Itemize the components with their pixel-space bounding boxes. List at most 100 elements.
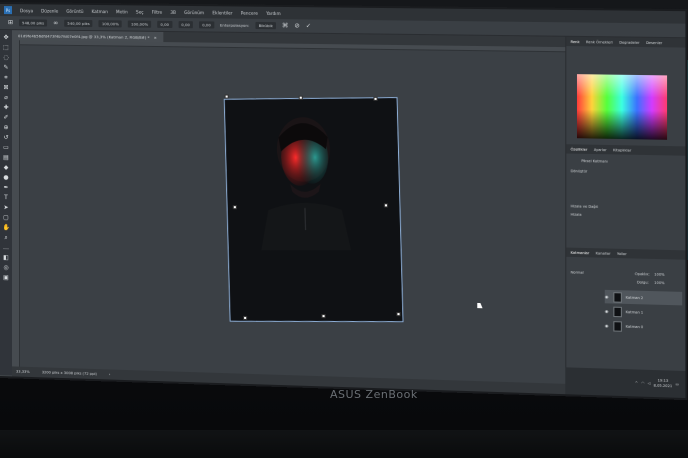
menu-item-duzenle[interactable]: Düzenle	[41, 8, 58, 13]
path-select-icon[interactable]: ➤	[2, 204, 9, 211]
transform-handle-tl[interactable]	[224, 94, 229, 99]
blend-mode-select[interactable]: Normal	[571, 270, 584, 274]
align-subtitle: Hizala	[570, 212, 582, 217]
opacity-value[interactable]: 100%	[654, 272, 664, 276]
tab-renk[interactable]: Renk	[571, 39, 580, 43]
eyedropper-tool-icon[interactable]: ⌀	[2, 94, 9, 101]
healing-brush-icon[interactable]: ✚	[2, 104, 9, 111]
dodge-tool-icon[interactable]: ●	[2, 174, 9, 181]
move-tool-icon[interactable]: ✥	[2, 34, 9, 41]
menu-item-filtre[interactable]: Filtre	[152, 9, 162, 14]
tab-degradeler[interactable]: Degradeler	[619, 40, 639, 44]
menu-item-pencere[interactable]: Pencere	[241, 10, 258, 15]
transform-handle-tr[interactable]	[373, 96, 378, 101]
eraser-tool-icon[interactable]: ▭	[2, 144, 9, 151]
layer-row[interactable]: ◉ Katman 0	[605, 319, 682, 335]
frame-tool-icon[interactable]: ⊠	[2, 84, 9, 91]
portrait-image	[224, 98, 403, 322]
quick-select-tool-icon[interactable]: ✎	[2, 64, 9, 71]
layer-row[interactable]: ◉ Katman 2	[604, 289, 683, 306]
fill-label: Dolgu:	[636, 280, 649, 285]
zoom-level[interactable]: 33,33%	[16, 370, 30, 374]
tab-kanallar[interactable]: Kanallar	[596, 251, 611, 255]
blur-tool-icon[interactable]: ◆	[2, 164, 9, 171]
status-arrow-icon[interactable]: ›	[109, 372, 110, 376]
fill-value[interactable]: 100%	[654, 281, 664, 285]
transform-handle-bc[interactable]	[321, 314, 326, 319]
layer-row[interactable]: ◉ Katman 1	[605, 304, 682, 320]
scale-width-field[interactable]: 100,00%	[98, 20, 122, 28]
menu-item-eklentiler[interactable]: Eklentiler	[212, 10, 232, 15]
menu-item-dosya[interactable]: Dosya	[20, 8, 33, 13]
zoom-tool-icon[interactable]: ⌕	[2, 234, 9, 241]
close-tab-icon[interactable]: ×	[154, 34, 157, 39]
laptop-brand-logo: ASUS ZenBook	[330, 388, 418, 401]
layer-name: Katman 0	[625, 324, 644, 329]
system-tray: ^ ◠ ◁ 19:13 8.05.2021 ▭	[565, 367, 686, 399]
tab-kitapliklar[interactable]: Kitaplıklar	[613, 148, 631, 152]
menu-item-yardim[interactable]: Yardım	[266, 10, 281, 15]
width-field[interactable]: 548,00 piks	[19, 19, 48, 27]
document-canvas[interactable]	[223, 97, 404, 323]
tab-katmanlar[interactable]: Katmanlar	[571, 250, 590, 255]
ruler-vertical[interactable]	[11, 40, 20, 367]
visibility-eye-icon[interactable]: ◉	[605, 294, 609, 299]
transform-handle-br[interactable]	[396, 312, 401, 317]
scale-height-field[interactable]: 100,00%	[127, 20, 152, 28]
volume-icon[interactable]: ◁	[648, 381, 651, 385]
tab-ayarlar[interactable]: Ayarlar	[594, 147, 607, 151]
tab-ozellikler[interactable]: Özellikler	[571, 147, 588, 151]
notification-icon[interactable]: ▭	[675, 382, 678, 386]
type-tool-icon[interactable]: T	[2, 194, 9, 201]
brush-tool-icon[interactable]: ✐	[2, 114, 9, 121]
transform-section-title[interactable]: Dönüştür	[571, 169, 588, 173]
crop-tool-icon[interactable]: ⌗	[2, 74, 9, 81]
wifi-icon[interactable]: ◠	[641, 381, 644, 385]
tray-chevron-icon[interactable]: ^	[635, 381, 638, 385]
gradient-tool-icon[interactable]: ▤	[2, 154, 9, 161]
interpolation-select[interactable]: Bikübik	[255, 21, 276, 30]
color-picker-shade	[576, 74, 668, 140]
interpolation-label: Enterpolasyon:	[220, 22, 250, 28]
visibility-eye-icon[interactable]: ◉	[605, 308, 609, 313]
menu-item-sec[interactable]: Seç	[136, 9, 144, 14]
clock[interactable]: 19:13 8.05.2021	[654, 378, 673, 389]
menu-item-goruntu[interactable]: Görüntü	[66, 8, 83, 13]
marquee-tool-icon[interactable]: ⬚	[2, 44, 9, 51]
transform-handle-tc[interactable]	[298, 95, 303, 100]
screen-mode-icon[interactable]: ▣	[2, 274, 9, 281]
menu-item-metin[interactable]: Metin	[116, 9, 128, 14]
menu-item-3b[interactable]: 3B	[170, 9, 176, 14]
transform-handle-bl[interactable]	[243, 315, 248, 321]
document-tab-title: 01d9fe4b56dfd473f4b7fd07e0f4.jpg @ 33,3%…	[17, 32, 150, 40]
visibility-eye-icon[interactable]: ◉	[605, 323, 609, 328]
menu-item-gorunum[interactable]: Görünüm	[184, 9, 204, 14]
document-size: 3200 piks x 3008 piks (72 ppi)	[41, 370, 97, 377]
align-section-title[interactable]: Hizala ve Dağıt	[571, 204, 598, 209]
more-tools-icon[interactable]: …	[2, 244, 9, 251]
link-icon[interactable]: ∞	[53, 20, 58, 27]
cancel-icon[interactable]: ⊘	[294, 22, 299, 29]
history-brush-icon[interactable]: ↺	[2, 134, 9, 141]
commit-check-icon[interactable]: ✓	[306, 22, 311, 29]
color-swatches-icon[interactable]: ◧	[2, 254, 9, 261]
screen: Ps Dosya Düzenle Görüntü Katman Metin Se…	[0, 4, 686, 399]
lasso-tool-icon[interactable]: ◌	[2, 54, 9, 61]
height-field[interactable]: 540,00 piks	[64, 19, 93, 28]
transform-icon[interactable]: ⊞	[8, 19, 13, 26]
transform-handle-mr[interactable]	[383, 203, 389, 208]
quick-mask-icon[interactable]: ◎	[2, 264, 9, 271]
transform-handle-ml[interactable]	[232, 205, 237, 210]
hand-tool-icon[interactable]: ✋	[2, 224, 9, 231]
h-skew-field[interactable]: 0,00	[178, 21, 193, 29]
angle-field[interactable]: 0,00	[157, 20, 173, 29]
v-skew-field[interactable]: 0,00	[199, 21, 214, 29]
tab-yollar[interactable]: Yollar	[617, 251, 627, 255]
menu-item-katman[interactable]: Katman	[92, 8, 108, 13]
tab-desenler[interactable]: Desenler	[646, 40, 662, 44]
clone-stamp-icon[interactable]: ⊕	[2, 124, 9, 131]
shape-tool-icon[interactable]: ▢	[2, 214, 9, 221]
warp-icon[interactable]: ⌘	[282, 22, 288, 29]
tab-renk-ornekleri[interactable]: Renk Örnekleri	[586, 40, 613, 44]
pen-tool-icon[interactable]: ✒	[2, 184, 9, 191]
